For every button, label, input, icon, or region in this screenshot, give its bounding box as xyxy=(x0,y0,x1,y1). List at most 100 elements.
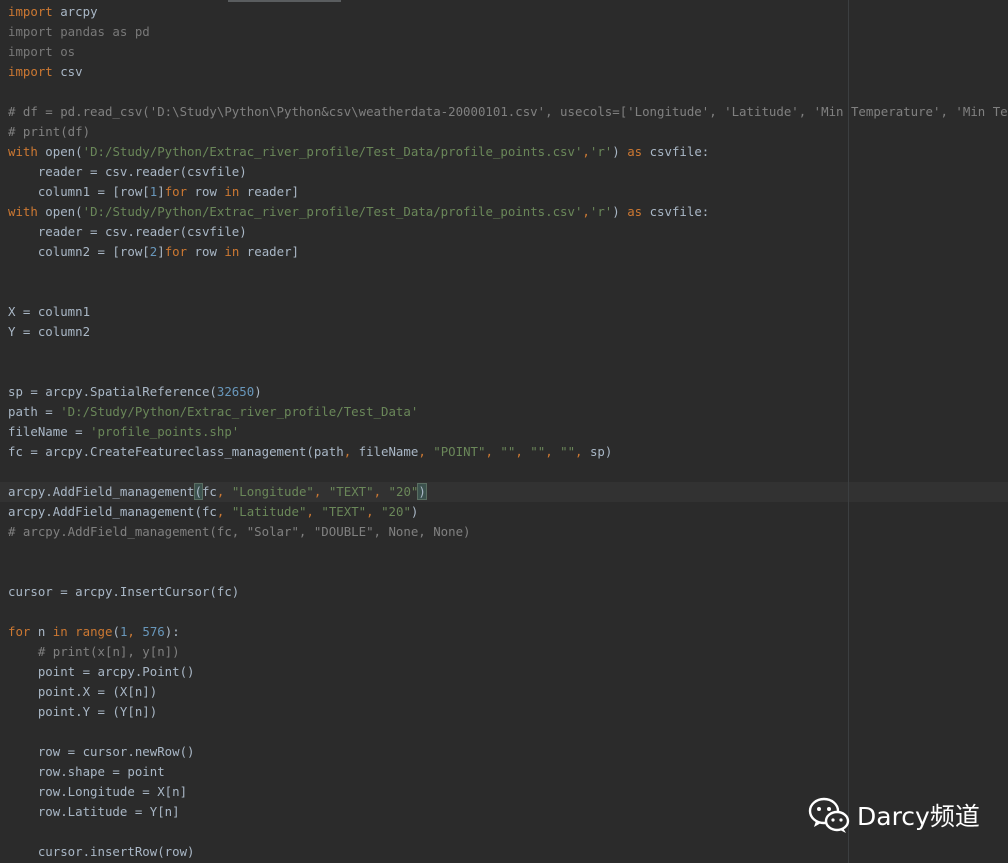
code-token: ) xyxy=(612,204,628,219)
code-line[interactable]: arcpy.AddField_management(fc, "Longitude… xyxy=(8,482,1008,502)
code-token: "POINT" xyxy=(433,444,486,459)
code-line[interactable]: arcpy.AddField_management(fc, "Latitude"… xyxy=(8,502,1008,522)
code-token: ) xyxy=(417,483,427,500)
code-line[interactable] xyxy=(8,602,1008,622)
code-token: column2 = [row[ xyxy=(8,244,150,259)
code-token: import xyxy=(8,4,53,19)
code-token: arcpy.AddField_management xyxy=(8,484,195,499)
code-line[interactable]: with open('D:/Study/Python/Extrac_river_… xyxy=(8,142,1008,162)
code-line[interactable]: point.Y = (Y[n]) xyxy=(8,702,1008,722)
code-line[interactable]: import os xyxy=(8,42,1008,62)
code-line[interactable]: # print(x[n], y[n]) xyxy=(8,642,1008,662)
code-line[interactable]: point = arcpy.Point() xyxy=(8,662,1008,682)
code-token: "" xyxy=(500,444,516,459)
code-line[interactable] xyxy=(8,362,1008,382)
code-token: fileName xyxy=(351,444,419,459)
code-line[interactable]: import csv xyxy=(8,62,1008,82)
code-line[interactable]: cursor = arcpy.InsertCursor(fc) xyxy=(8,582,1008,602)
code-line[interactable] xyxy=(8,542,1008,562)
code-line[interactable] xyxy=(8,342,1008,362)
code-token: ) xyxy=(254,384,262,399)
code-token: row xyxy=(187,244,225,259)
code-line[interactable]: reader = csv.reader(csvfile) xyxy=(8,162,1008,182)
code-line[interactable]: path = 'D:/Study/Python/Extrac_river_pro… xyxy=(8,402,1008,422)
code-token: row.shape = point xyxy=(8,764,165,779)
code-token: with xyxy=(8,144,38,159)
code-token: 'r' xyxy=(589,204,613,219)
code-token: open( xyxy=(37,144,83,159)
code-token: "" xyxy=(560,444,576,459)
code-token: n xyxy=(30,624,53,639)
code-line[interactable]: fileName = 'profile_points.shp' xyxy=(8,422,1008,442)
code-line[interactable]: import arcpy xyxy=(8,2,1008,22)
code-line[interactable]: column2 = [row[2]for row in reader] xyxy=(8,242,1008,262)
code-token: cursor.insertRow(row) xyxy=(8,844,195,859)
code-line[interactable] xyxy=(8,462,1008,482)
code-token: # print(x[n], y[n]) xyxy=(37,644,180,659)
code-token: row = cursor.newRow() xyxy=(8,744,195,759)
code-token: "20" xyxy=(388,484,419,499)
code-line[interactable]: sp = arcpy.SpatialReference(32650) xyxy=(8,382,1008,402)
code-token: X = column1 xyxy=(8,304,91,319)
code-token: fc = arcpy.CreateFeatureclass_management… xyxy=(8,444,344,459)
code-line[interactable]: Y = column2 xyxy=(8,322,1008,342)
code-token: reader] xyxy=(239,244,299,259)
code-token: row xyxy=(187,184,225,199)
code-token: ( xyxy=(112,624,120,639)
code-token: as xyxy=(627,204,643,219)
code-line[interactable]: X = column1 xyxy=(8,302,1008,322)
code-line[interactable]: reader = csv.reader(csvfile) xyxy=(8,222,1008,242)
code-token: for xyxy=(8,624,31,639)
code-token: "Latitude" xyxy=(231,504,307,519)
code-token: sp = arcpy.SpatialReference( xyxy=(8,384,217,399)
code-token: csvfile: xyxy=(642,204,710,219)
code-line[interactable]: cursor.insertRow(row) xyxy=(8,842,1008,862)
code-token: column1 = [row[ xyxy=(8,184,150,199)
code-line[interactable] xyxy=(8,282,1008,302)
code-token: , xyxy=(515,444,523,459)
code-token: sp) xyxy=(582,444,613,459)
code-line[interactable]: with open('D:/Study/Python/Extrac_river_… xyxy=(8,202,1008,222)
code-line[interactable] xyxy=(8,562,1008,582)
code-token: fc xyxy=(201,484,217,499)
code-line[interactable]: column1 = [row[1]for row in reader] xyxy=(8,182,1008,202)
code-token: import pandas as pd xyxy=(8,24,150,39)
code-line[interactable]: # print(df) xyxy=(8,122,1008,142)
code-line[interactable] xyxy=(8,722,1008,742)
code-token: 32650 xyxy=(216,384,255,399)
code-token: , xyxy=(575,444,583,459)
code-token: , xyxy=(582,144,590,159)
code-line[interactable]: # df = pd.read_csv('D:\Study\Python\Pyth… xyxy=(8,102,1008,122)
code-token: for xyxy=(164,244,188,259)
code-line[interactable]: row.shape = point xyxy=(8,762,1008,782)
code-token: Y = column2 xyxy=(8,324,91,339)
code-token: ] xyxy=(157,184,165,199)
code-token: 'D:/Study/Python/Extrac_river_profile/Te… xyxy=(82,144,583,159)
code-line[interactable] xyxy=(8,82,1008,102)
code-line[interactable]: import pandas as pd xyxy=(8,22,1008,42)
code-token: in xyxy=(224,244,240,259)
code-token: import os xyxy=(8,44,76,59)
code-token: , xyxy=(582,204,590,219)
code-line[interactable]: for n in range(1, 576): xyxy=(8,622,1008,642)
code-line[interactable]: fc = arcpy.CreateFeatureclass_management… xyxy=(8,442,1008,462)
code-line[interactable]: row = cursor.newRow() xyxy=(8,742,1008,762)
code-token: , xyxy=(485,444,493,459)
code-line[interactable]: # arcpy.AddField_management(fc, "Solar",… xyxy=(8,522,1008,542)
code-token: range xyxy=(75,624,113,639)
code-lines[interactable]: import arcpy import pandas as pd import os… xyxy=(8,2,1008,862)
code-token: # arcpy.AddField_management(fc, "Solar",… xyxy=(8,524,471,539)
code-line[interactable] xyxy=(8,262,1008,282)
code-editor[interactable]: import arcpy import pandas as pd import os… xyxy=(0,0,1008,863)
code-token: , xyxy=(545,444,553,459)
code-token: fileName = xyxy=(8,424,91,439)
code-line[interactable]: point.X = (X[n]) xyxy=(8,682,1008,702)
code-token: ) xyxy=(612,144,628,159)
code-token: "Longitude" xyxy=(231,484,314,499)
code-token: arcpy xyxy=(52,4,98,19)
code-token: in xyxy=(224,184,240,199)
